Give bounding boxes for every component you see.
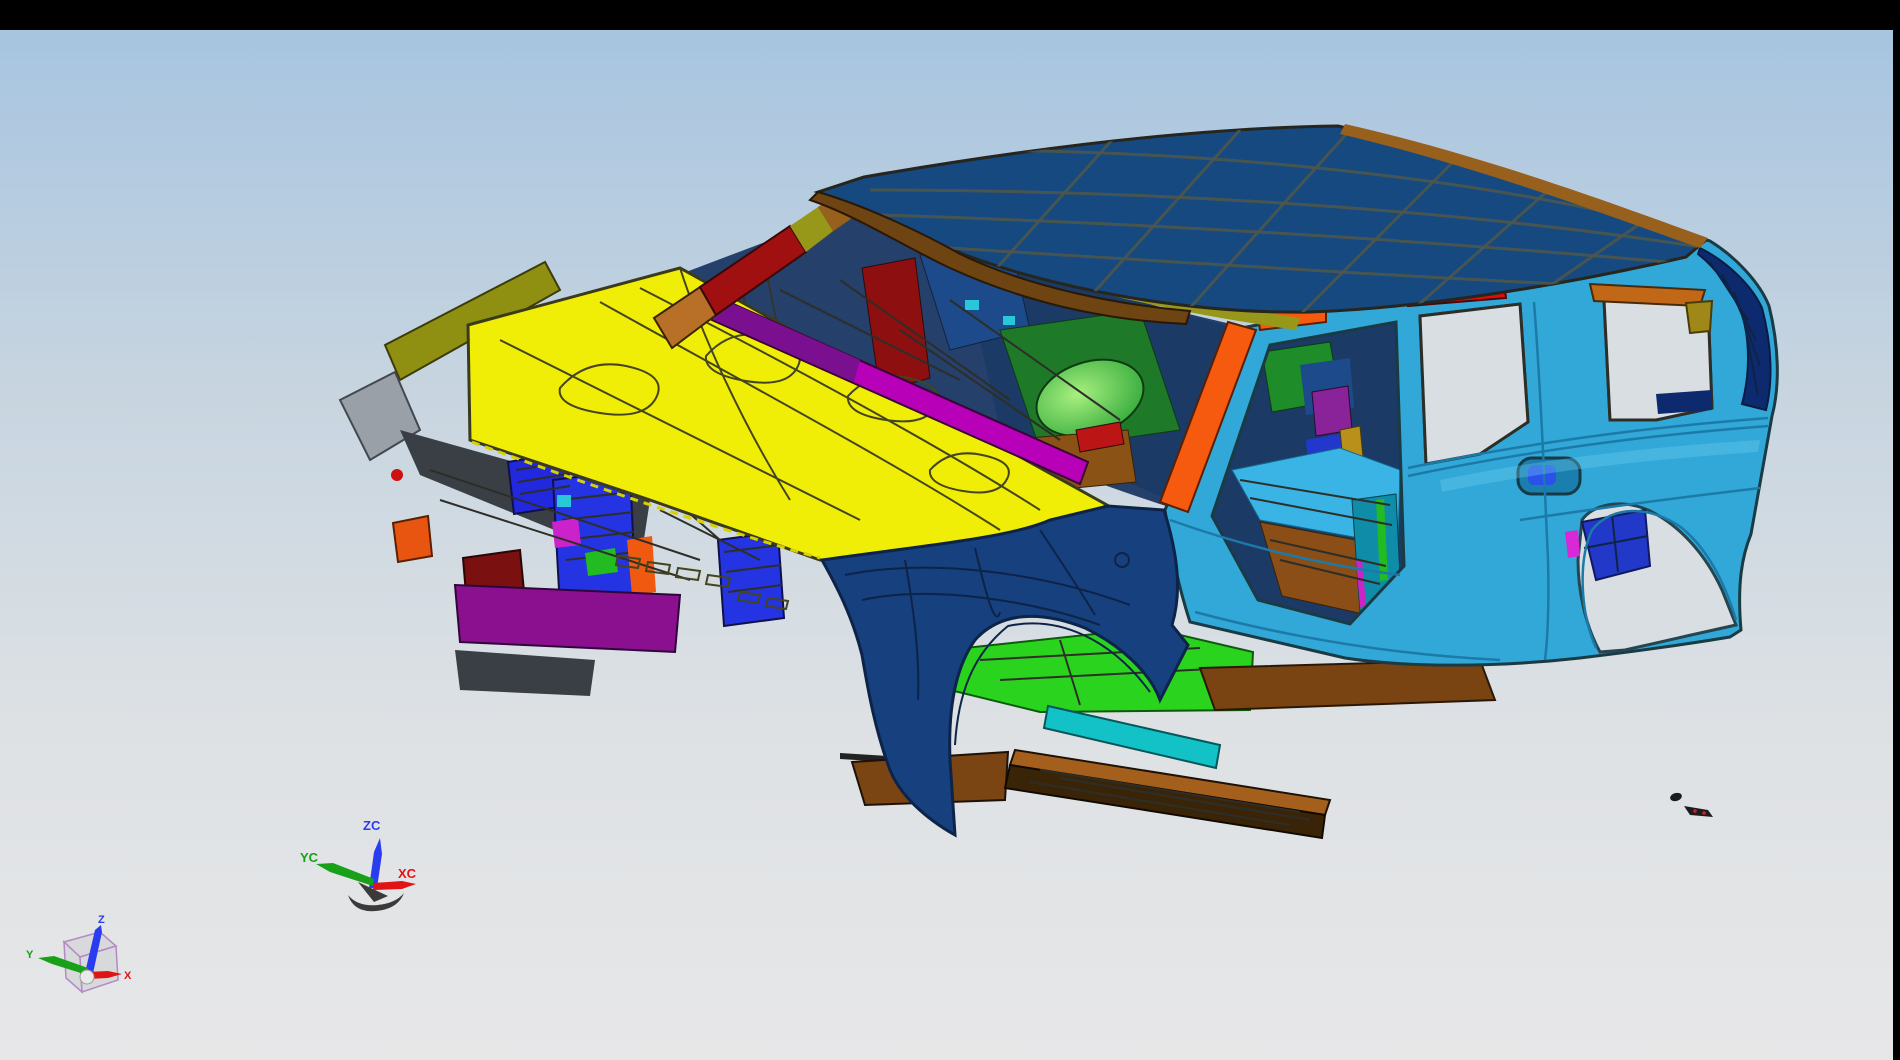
abs-z-label: Z [98, 914, 105, 926]
fender-red-dot [391, 469, 403, 481]
viewport-canvas[interactable]: ZC YC XC Z Y X [0, 0, 1900, 1060]
abs-origin-sphere [80, 970, 94, 984]
quarter-window-olive-bracket[interactable] [1686, 301, 1712, 333]
interior-cyan-bit-b [1003, 316, 1015, 325]
wcs-y-label: YC [300, 850, 319, 865]
wcs-z-label: ZC [363, 818, 381, 833]
interior-cyan-bit-a [965, 300, 979, 310]
quarter-window-navy-sill [1656, 390, 1712, 414]
fascia-orange-piece[interactable] [393, 516, 432, 562]
wcs-x-label: XC [398, 866, 417, 881]
fragment-red-speck-a [1693, 809, 1697, 813]
top-black-bar [0, 0, 1900, 30]
rear-rocker-brown[interactable] [1200, 660, 1495, 710]
right-black-bar [1893, 0, 1900, 1060]
abs-x-label: X [124, 970, 132, 982]
fragment-red-speck-b [1702, 811, 1706, 815]
abs-y-label: Y [26, 949, 34, 961]
fascia-orange-sliver [627, 536, 656, 596]
cad-viewport[interactable]: ZC YC XC Z Y X [0, 0, 1900, 1060]
fascia-purple-band[interactable] [455, 585, 680, 652]
fascia-cyan-bit [557, 495, 571, 507]
